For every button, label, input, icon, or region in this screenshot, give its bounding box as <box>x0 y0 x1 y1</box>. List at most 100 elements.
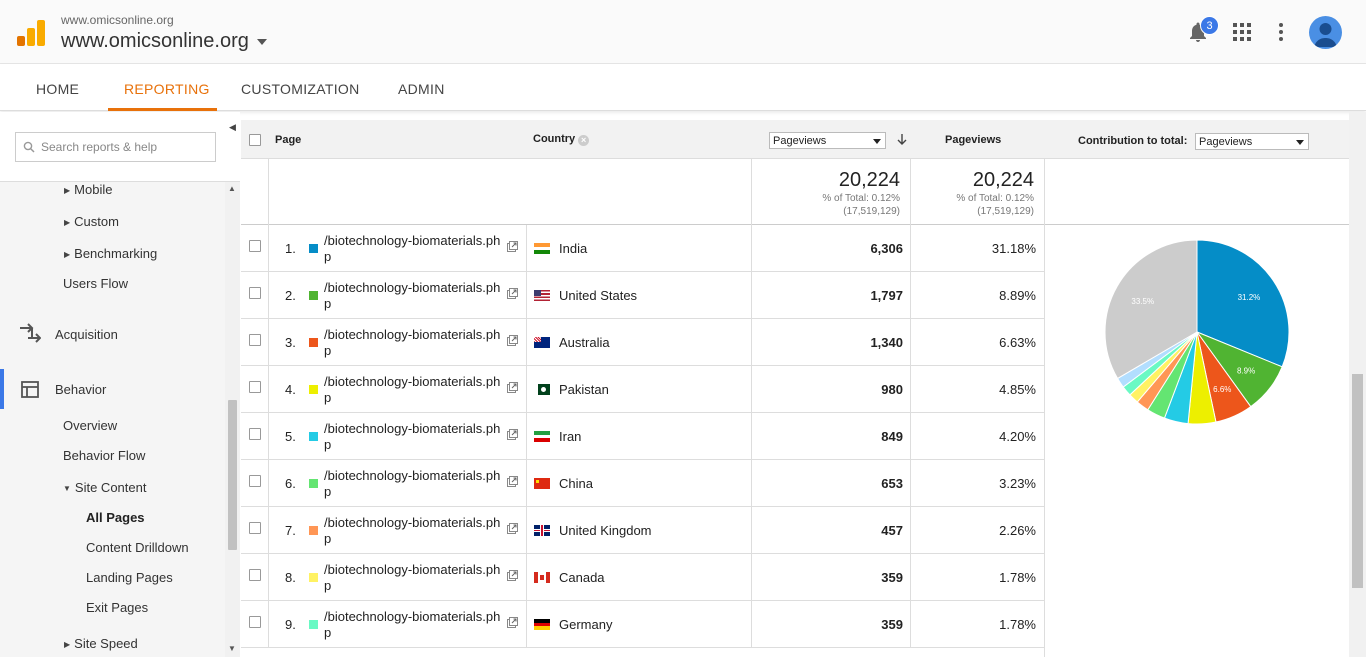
expand-arrow-icon: ▶ <box>64 218 71 227</box>
search-placeholder: Search reports & help <box>41 140 158 154</box>
sidebar-item-mobile[interactable]: ▶ Mobile <box>64 182 112 197</box>
row-checkbox[interactable] <box>249 334 261 346</box>
pie-slice-label: 33.5% <box>1131 297 1154 306</box>
sidebar-item-all-pages[interactable]: All Pages <box>86 510 145 525</box>
open-external-icon[interactable] <box>507 429 518 440</box>
sidebar-item-site-content[interactable]: ▼ Site Content <box>63 480 146 495</box>
row-checkbox[interactable] <box>249 240 261 252</box>
open-external-icon[interactable] <box>507 523 518 534</box>
collapse-sidebar-icon[interactable]: ◀ <box>229 122 236 133</box>
tab-admin[interactable]: ADMIN <box>398 81 445 97</box>
row-checkbox[interactable] <box>249 569 261 581</box>
row-checkbox[interactable] <box>249 287 261 299</box>
active-section-indicator <box>0 369 4 409</box>
sidebar-item-overview[interactable]: Overview <box>63 418 117 433</box>
sidebar-item-acquisition[interactable]: Acquisition <box>55 327 118 342</box>
sidebar-item-exit-pages[interactable]: Exit Pages <box>86 600 148 615</box>
page-path-link[interactable]: /biotechnology-biomaterials.php <box>324 468 504 500</box>
page-path-link[interactable]: /biotechnology-biomaterials.php <box>324 609 504 641</box>
remove-dimension-icon[interactable]: × <box>578 135 590 146</box>
row-checkbox[interactable] <box>249 475 261 487</box>
analytics-logo-icon[interactable] <box>17 20 45 46</box>
country-flag-icon <box>534 290 550 301</box>
country-link[interactable]: Canada <box>559 570 605 585</box>
tab-reporting[interactable]: REPORTING <box>124 81 210 97</box>
expand-arrow-icon: ▶ <box>64 250 71 259</box>
country-link[interactable]: United States <box>559 288 637 303</box>
sidebar-item-site-speed[interactable]: ▶ Site Speed <box>64 636 138 651</box>
country-link[interactable]: India <box>559 241 587 256</box>
open-external-icon[interactable] <box>507 617 518 628</box>
total-pageviews-secondary: 20,224 % of Total: 0.12% (17,519,129) <box>910 159 1044 225</box>
search-input[interactable]: Search reports & help <box>15 132 216 162</box>
page-path-link[interactable]: /biotechnology-biomaterials.php <box>324 233 504 265</box>
page-path-link[interactable]: /biotechnology-biomaterials.php <box>324 374 504 406</box>
sidebar-item-benchmarking[interactable]: ▶ Benchmarking <box>64 246 157 261</box>
country-link[interactable]: United Kingdom <box>559 523 652 538</box>
open-external-icon[interactable] <box>507 382 518 393</box>
page-path-link[interactable]: /biotechnology-biomaterials.php <box>324 515 504 547</box>
scroll-up-icon[interactable]: ▲ <box>228 184 236 193</box>
sidebar-item-behavior[interactable]: Behavior <box>55 382 106 397</box>
contribution-select-value: Pageviews <box>1199 136 1253 148</box>
table-row: 9. /biotechnology-biomaterials.php Germany… <box>241 601 1044 648</box>
more-vert-icon[interactable] <box>1279 23 1283 41</box>
scroll-down-icon[interactable]: ▼ <box>228 644 236 653</box>
row-checkbox[interactable] <box>249 616 261 628</box>
pageviews-value: 980 <box>881 382 903 397</box>
country-link[interactable]: China <box>559 476 593 491</box>
metric-select-value: Pageviews <box>773 135 827 147</box>
contribution-select[interactable]: Pageviews <box>1195 133 1309 150</box>
sidebar-item-behavior-flow[interactable]: Behavior Flow <box>63 448 145 463</box>
sidebar-item-landing-pages[interactable]: Landing Pages <box>86 570 173 585</box>
open-external-icon[interactable] <box>507 288 518 299</box>
page-path-link[interactable]: /biotechnology-biomaterials.php <box>324 421 504 453</box>
total-value: 20,224 <box>838 169 900 191</box>
sidebar-item-custom[interactable]: ▶ Custom <box>64 214 119 229</box>
row-checkbox[interactable] <box>249 522 261 534</box>
property-selector[interactable]: www.omicsonline.org <box>61 30 267 53</box>
scrollbar-thumb[interactable] <box>228 400 237 550</box>
open-external-icon[interactable] <box>507 476 518 487</box>
row-checkbox[interactable] <box>249 381 261 393</box>
avatar[interactable] <box>1309 16 1342 49</box>
series-color-swatch <box>309 479 318 488</box>
behavior-icon <box>21 381 39 398</box>
country-flag-icon <box>534 384 550 395</box>
collapse-arrow-icon: ▼ <box>63 484 71 493</box>
col-country-header[interactable]: Country × <box>533 133 590 146</box>
table-row: 7. /biotechnology-biomaterials.php United … <box>241 507 1044 554</box>
row-checkbox[interactable] <box>249 428 261 440</box>
metric-select[interactable]: Pageviews <box>769 132 886 149</box>
sidebar-item-users-flow[interactable]: Users Flow <box>63 276 128 291</box>
country-link[interactable]: Australia <box>559 335 610 350</box>
col-page-header[interactable]: Page <box>275 134 301 146</box>
sidebar-scrollbar[interactable]: ▲ ▼ <box>225 182 240 657</box>
apps-grid-icon[interactable] <box>1233 23 1251 41</box>
page-path-link[interactable]: /biotechnology-biomaterials.php <box>324 562 504 594</box>
country-link[interactable]: Iran <box>559 429 581 444</box>
main-scrollbar[interactable] <box>1349 112 1366 657</box>
page-path-link[interactable]: /biotechnology-biomaterials.php <box>324 280 504 312</box>
series-color-swatch <box>309 244 318 253</box>
country-link[interactable]: Germany <box>559 617 612 632</box>
tab-home[interactable]: HOME <box>36 81 79 97</box>
row-number: 8. <box>285 570 296 585</box>
open-external-icon[interactable] <box>507 335 518 346</box>
sort-desc-icon[interactable] <box>897 134 907 146</box>
col-pageviews-header[interactable]: Pageviews <box>945 134 1001 146</box>
page-path-link[interactable]: /biotechnology-biomaterials.php <box>324 327 504 359</box>
open-external-icon[interactable] <box>507 241 518 252</box>
tab-customization[interactable]: CUSTOMIZATION <box>241 81 360 97</box>
sidebar-item-content-drilldown[interactable]: Content Drilldown <box>86 540 189 555</box>
country-link[interactable]: Pakistan <box>559 382 609 397</box>
series-color-swatch <box>309 620 318 629</box>
open-external-icon[interactable] <box>507 570 518 581</box>
total-base: (17,519,129) <box>843 206 900 217</box>
table-header: Page Country × Pageviews Pageviews Contri… <box>241 120 1349 159</box>
scrollbar-thumb[interactable] <box>1352 374 1363 588</box>
series-color-swatch <box>309 291 318 300</box>
select-all-checkbox[interactable] <box>249 134 261 146</box>
sidebar-item-label: Benchmarking <box>74 246 158 261</box>
expand-arrow-icon: ▶ <box>64 186 71 195</box>
